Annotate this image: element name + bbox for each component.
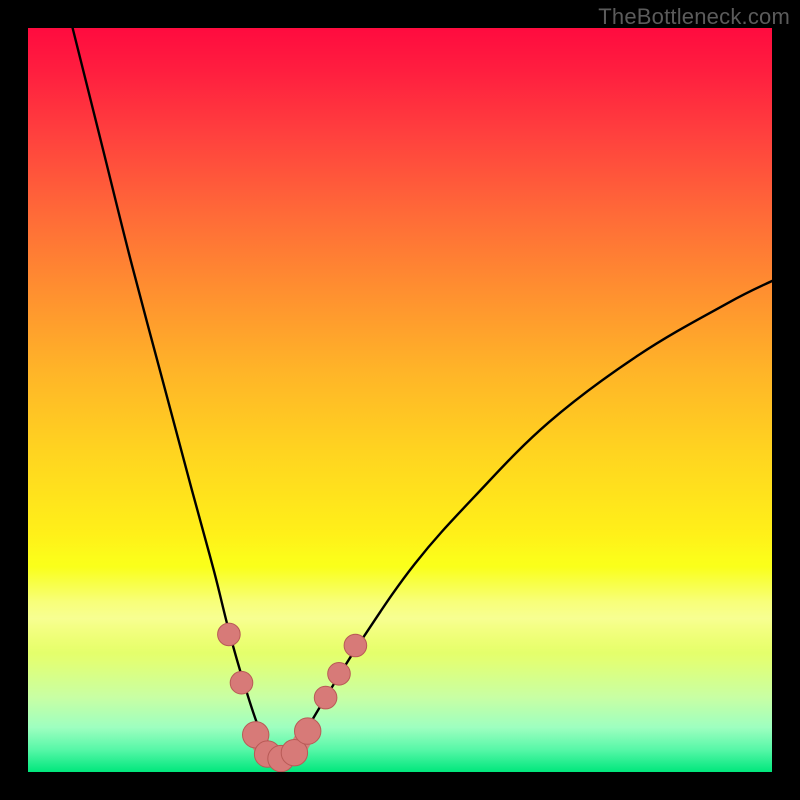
- bottleneck-curve-path: [73, 28, 772, 761]
- marker-left-upper: [218, 623, 241, 646]
- watermark-text: TheBottleneck.com: [598, 4, 790, 30]
- chart-svg: [28, 28, 772, 772]
- marker-trough-5: [295, 718, 321, 744]
- markers-group: [218, 623, 367, 772]
- plot-area: [28, 28, 772, 772]
- curve-group: [73, 28, 772, 761]
- marker-left-lower: [230, 671, 253, 694]
- marker-right-2: [328, 663, 351, 686]
- marker-right-1: [314, 686, 337, 709]
- marker-right-3: [344, 634, 367, 657]
- outer-frame: TheBottleneck.com: [0, 0, 800, 800]
